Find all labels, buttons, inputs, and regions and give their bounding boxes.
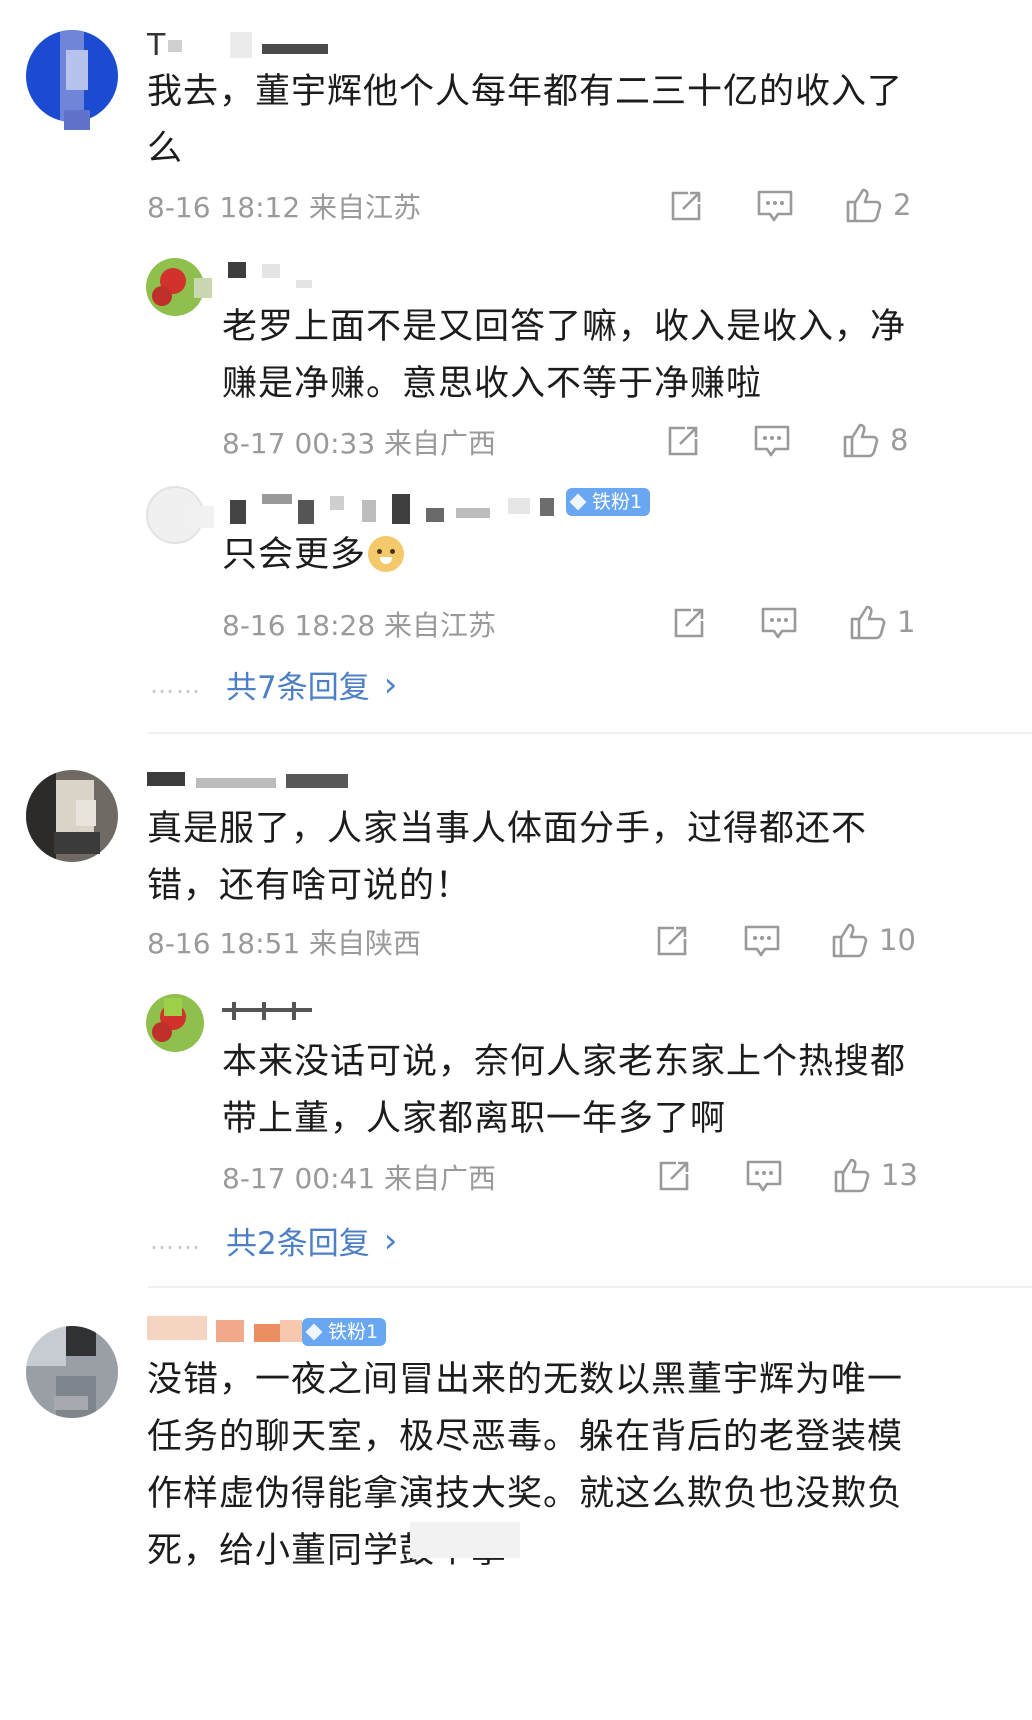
redacted-username <box>286 774 348 788</box>
share-icon <box>671 191 701 221</box>
fan-badge-label: 铁粉1 <box>592 491 643 513</box>
like-icon <box>843 423 879 458</box>
comment-text: 我去，董宇辉他个人每年都有二三十亿的收入了么 <box>147 72 904 169</box>
redacted-username <box>508 498 530 514</box>
avatar[interactable] <box>26 30 118 122</box>
share-button[interactable] <box>665 423 701 459</box>
view-replies-label: 共7条回复 <box>226 670 370 706</box>
like-button[interactable]: 13 <box>833 1156 918 1194</box>
comment-button[interactable] <box>743 923 781 959</box>
redacted-username <box>298 500 314 524</box>
pixelated-avatar-fragment <box>164 998 182 1016</box>
comment-icon <box>757 190 793 222</box>
like-button[interactable]: 10 <box>831 921 916 959</box>
comment-text: 真是服了，人家当事人体面分手，过得都还不错，还有啥可说的！ <box>147 809 868 906</box>
dots: …… <box>150 1226 202 1255</box>
redacted-username <box>330 496 344 510</box>
reply-meta: 8-16 18:28 来自江苏 <box>222 609 497 642</box>
comment-icon <box>746 1160 782 1192</box>
like-count: 1 <box>897 605 916 639</box>
redacted-username <box>540 498 554 516</box>
pixelated-avatar-fragment <box>54 832 100 854</box>
like-icon <box>850 605 886 640</box>
comment-icon <box>761 607 797 639</box>
divider <box>148 1286 1032 1288</box>
share-icon <box>668 426 698 456</box>
redacted-username <box>147 772 185 786</box>
reply-text: 本来没话可说，奈何人家老东家上个热搜都带上董，人家都离职一年多了啊 <box>222 1042 907 1139</box>
like-icon <box>832 923 868 958</box>
like-count: 10 <box>879 923 916 957</box>
reply-meta: 8-17 00:41 来自广西 <box>222 1162 497 1195</box>
redacted-username <box>230 32 252 58</box>
share-button[interactable] <box>656 1158 692 1194</box>
redacted-username <box>296 280 312 288</box>
share-button[interactable] <box>668 188 704 224</box>
redacted-username <box>147 1316 207 1340</box>
redacted-username <box>392 494 410 524</box>
pixelated-avatar-fragment <box>64 110 90 130</box>
share-button[interactable] <box>654 923 690 959</box>
like-count: 2 <box>893 188 912 222</box>
redacted-text <box>410 1522 520 1558</box>
redacted-username <box>232 1002 236 1020</box>
share-icon <box>657 926 687 956</box>
view-replies-link[interactable]: …… 共7条回复 › <box>150 662 397 707</box>
comment-button[interactable] <box>753 423 791 459</box>
reply-text: 老罗上面不是又回答了嘛，收入是收入，净赚是净赚。意思收入不等于净赚啦 <box>222 307 907 404</box>
redacted-username <box>456 508 490 518</box>
doge-emoji <box>368 536 405 572</box>
like-button[interactable]: 8 <box>842 421 908 459</box>
fan-badge: 铁粉1 <box>302 1318 387 1346</box>
redacted-username <box>216 1320 244 1342</box>
share-icon <box>659 1161 689 1191</box>
redacted-username <box>262 1002 266 1020</box>
reply-text: 只会更多 <box>222 527 922 584</box>
like-count: 8 <box>890 423 909 457</box>
view-replies-link[interactable]: …… 共2条回复 › <box>150 1218 397 1263</box>
redacted-username <box>280 1320 302 1342</box>
username[interactable]: T <box>147 28 165 63</box>
redacted-username <box>262 44 328 54</box>
chevron-right-icon: › <box>383 664 398 705</box>
reply-meta: 8-17 00:33 来自广西 <box>222 427 497 460</box>
pixelated-avatar-fragment <box>54 1396 88 1410</box>
diamond-icon <box>305 1323 323 1341</box>
comment-button[interactable] <box>760 605 798 641</box>
redacted-username <box>262 494 292 504</box>
view-replies-label: 共2条回复 <box>226 1226 370 1262</box>
like-button[interactable]: 1 <box>849 603 915 641</box>
redacted-username <box>196 778 276 788</box>
redacted-username <box>426 508 444 522</box>
chevron-right-icon: › <box>383 1220 398 1261</box>
comment-icon <box>744 925 780 957</box>
redacted-username <box>292 1002 296 1020</box>
like-icon <box>834 1158 870 1193</box>
comment-button[interactable] <box>745 1158 783 1194</box>
share-button[interactable] <box>671 605 707 641</box>
redacted-username <box>262 264 280 278</box>
redacted-username <box>168 40 182 52</box>
fan-badge-label: 铁粉1 <box>328 1321 379 1343</box>
dots: …… <box>150 670 202 699</box>
redacted-username <box>186 506 214 528</box>
share-icon <box>674 608 704 638</box>
like-count: 13 <box>881 1158 918 1192</box>
like-button[interactable]: 2 <box>845 186 911 224</box>
diamond-icon <box>569 493 587 511</box>
comment-meta: 8-16 18:51 来自陕西 <box>147 927 422 960</box>
redacted-username <box>362 500 376 522</box>
redacted-username <box>228 262 246 278</box>
comment-meta: 8-16 18:12 来自江苏 <box>147 191 422 224</box>
redacted-username <box>254 1324 280 1342</box>
like-icon <box>846 188 882 223</box>
comment-icon <box>754 425 790 457</box>
redacted-username <box>230 500 246 524</box>
comment-button[interactable] <box>756 188 794 224</box>
fan-badge: 铁粉1 <box>566 488 651 516</box>
comment-text: 没错，一夜之间冒出来的无数以黑董宇辉为唯一任务的聊天室，极尽恶毒。躲在背后的老登… <box>147 1360 904 1571</box>
reply-text-content: 只会更多 <box>222 535 367 575</box>
pixelated-avatar-fragment <box>194 278 212 298</box>
divider <box>148 732 1032 734</box>
